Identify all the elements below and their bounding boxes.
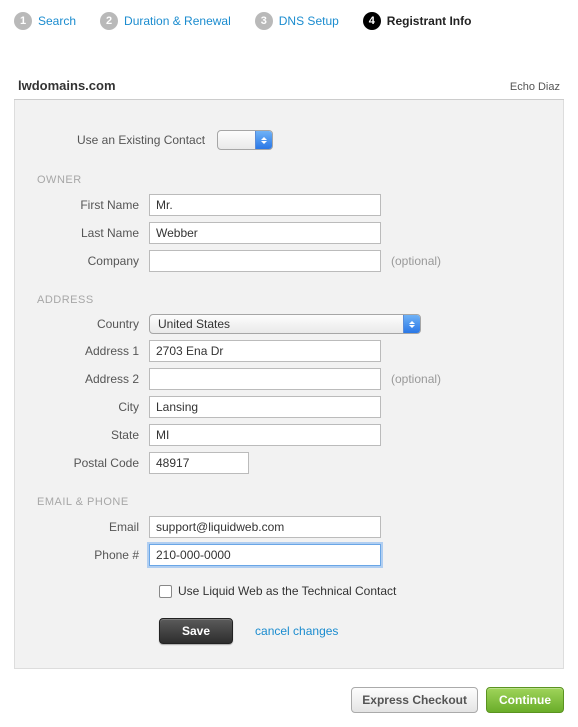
address1-input[interactable] <box>149 340 381 362</box>
city-input[interactable] <box>149 396 381 418</box>
address2-input[interactable] <box>149 368 381 390</box>
step-label: DNS Setup <box>279 14 339 28</box>
step-registrant[interactable]: 4 Registrant Info <box>363 12 472 30</box>
country-label: Country <box>37 317 149 331</box>
state-label: State <box>37 428 149 442</box>
step-label: Duration & Renewal <box>124 14 231 28</box>
cancel-changes-link[interactable]: cancel changes <box>255 624 338 638</box>
tech-contact-label: Use Liquid Web as the Technical Contact <box>178 584 396 598</box>
state-input[interactable] <box>149 424 381 446</box>
step-label: Search <box>38 14 76 28</box>
step-search[interactable]: 1 Search <box>14 12 76 30</box>
step-number: 4 <box>363 12 381 30</box>
email-input[interactable] <box>149 516 381 538</box>
step-label: Registrant Info <box>387 14 472 28</box>
checkbox-icon <box>159 585 172 598</box>
continue-button[interactable]: Continue <box>486 687 564 713</box>
existing-contact-select[interactable] <box>217 130 273 150</box>
chevron-updown-icon <box>403 315 420 333</box>
country-select[interactable]: United States <box>149 314 421 334</box>
step-dns[interactable]: 3 DNS Setup <box>255 12 339 30</box>
express-checkout-button[interactable]: Express Checkout <box>351 687 478 713</box>
email-label: Email <box>37 520 149 534</box>
first-name-label: First Name <box>37 198 149 212</box>
address1-label: Address 1 <box>37 344 149 358</box>
step-number: 2 <box>100 12 118 30</box>
company-input[interactable] <box>149 250 381 272</box>
select-value <box>218 131 248 149</box>
footer-actions: Express Checkout Continue <box>0 669 578 727</box>
step-number: 3 <box>255 12 273 30</box>
registrant-form-panel: Use an Existing Contact OWNER First Name… <box>14 100 564 669</box>
user-name: Echo Diaz <box>510 81 560 93</box>
email-section-head: EMAIL & PHONE <box>37 496 541 508</box>
owner-section-head: OWNER <box>37 174 541 186</box>
wizard-steps: 1 Search 2 Duration & Renewal 3 DNS Setu… <box>0 0 578 48</box>
postal-label: Postal Code <box>37 456 149 470</box>
select-value: United States <box>150 315 252 333</box>
first-name-input[interactable] <box>149 194 381 216</box>
last-name-label: Last Name <box>37 226 149 240</box>
step-number: 1 <box>14 12 32 30</box>
phone-input[interactable] <box>149 544 381 566</box>
chevron-updown-icon <box>255 131 272 149</box>
domain-bar: lwdomains.com Echo Diaz <box>14 48 564 100</box>
address2-label: Address 2 <box>37 372 149 386</box>
last-name-input[interactable] <box>149 222 381 244</box>
optional-hint: (optional) <box>391 254 441 268</box>
domain-name: lwdomains.com <box>18 78 116 93</box>
optional-hint: (optional) <box>391 372 441 386</box>
company-label: Company <box>37 254 149 268</box>
address-section-head: ADDRESS <box>37 294 541 306</box>
postal-input[interactable] <box>149 452 249 474</box>
save-button[interactable]: Save <box>159 618 233 644</box>
existing-contact-label: Use an Existing Contact <box>77 133 217 147</box>
phone-label: Phone # <box>37 548 149 562</box>
step-duration[interactable]: 2 Duration & Renewal <box>100 12 231 30</box>
tech-contact-checkbox-row[interactable]: Use Liquid Web as the Technical Contact <box>159 584 541 598</box>
city-label: City <box>37 400 149 414</box>
